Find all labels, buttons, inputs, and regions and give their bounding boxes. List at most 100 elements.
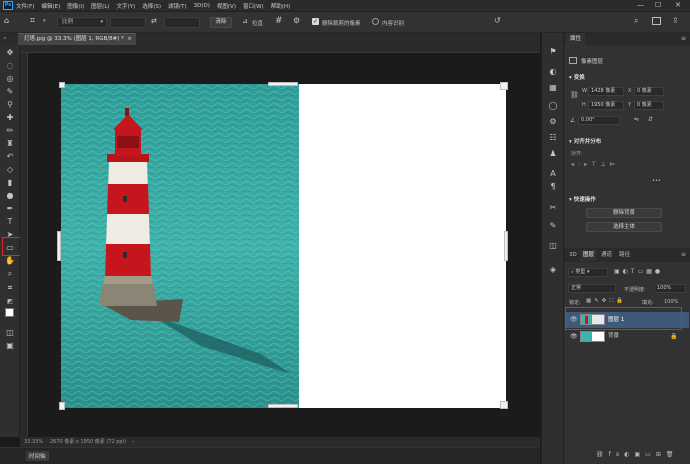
character-panel-icon[interactable]: A: [547, 169, 559, 179]
type-tool-icon[interactable]: T: [4, 217, 16, 227]
zoom-level[interactable]: 33.33%: [24, 437, 43, 447]
default-colors-icon[interactable]: ◩: [4, 297, 16, 307]
flip-vertical-icon[interactable]: ⇵: [648, 116, 653, 123]
dodge-tool-icon[interactable]: ●: [4, 191, 16, 201]
gradient-tool-icon[interactable]: ▮: [4, 178, 16, 188]
gear-icon[interactable]: ⚙: [293, 16, 300, 25]
ratio-width-input[interactable]: [110, 17, 146, 28]
menu-window[interactable]: 窗口(W): [243, 2, 264, 10]
height-field[interactable]: 1950 像素: [588, 101, 624, 110]
straighten-icon[interactable]: ⊿: [242, 17, 248, 25]
libraries-panel-icon[interactable]: ☷: [547, 133, 559, 143]
chevron-down-icon[interactable]: ▾: [43, 18, 46, 24]
more-align-options[interactable]: •••: [652, 178, 661, 184]
crop-handle-bottom-middle[interactable]: [268, 404, 298, 408]
crop-tool-icon[interactable]: ⌗: [4, 283, 16, 293]
overlay-grid-icon[interactable]: #: [275, 16, 283, 26]
crop-handle-bottom-right[interactable]: [500, 401, 508, 409]
zoom-tool-icon[interactable]: ⌕: [4, 269, 16, 279]
crop-handle-left-middle[interactable]: [57, 231, 61, 261]
tools-presets-icon[interactable]: ✂: [547, 203, 559, 213]
ratio-select[interactable]: 比例 ▾: [57, 17, 107, 28]
close-window-button[interactable]: ✕: [675, 1, 681, 9]
menu-type[interactable]: 文字(Y): [117, 2, 136, 10]
lasso-tool-icon[interactable]: ◎: [4, 74, 16, 84]
y-field[interactable]: 0 像素: [634, 101, 664, 110]
menu-select[interactable]: 选择(S): [142, 2, 161, 10]
fill-value[interactable]: 100%: [664, 299, 678, 305]
search-icon[interactable]: ⌕: [634, 16, 638, 26]
crop-tool-preset-icon[interactable]: ⌗: [30, 16, 35, 26]
quick-mask-icon[interactable]: ◫: [4, 328, 16, 338]
align-buttons-row[interactable]: ⫷⫶⫸⊤⊥⊨: [571, 161, 619, 169]
layer-name[interactable]: 背景: [608, 330, 619, 343]
timeline-tab[interactable]: 时间轴: [26, 451, 49, 461]
marquee-tool-icon[interactable]: ◌: [4, 61, 16, 71]
lock-icons[interactable]: ▦✎✥⛶🔒: [586, 298, 626, 305]
paragraph-panel-icon[interactable]: ¶: [547, 182, 559, 192]
crop-handle-bottom-left[interactable]: [59, 402, 65, 410]
gradients-panel-icon[interactable]: ◯: [547, 101, 559, 111]
3d-panel-icon[interactable]: ◈: [547, 265, 559, 275]
blend-mode-select[interactable]: 正常: [568, 284, 616, 293]
stamp-panel-icon[interactable]: ♟: [547, 149, 559, 159]
status-menu-arrow[interactable]: ›: [132, 437, 134, 447]
align-section-title[interactable]: ▾ 对齐并分布: [569, 137, 601, 145]
brush-tool-icon[interactable]: ✏: [4, 126, 16, 136]
crop-handle-top-middle[interactable]: [268, 82, 298, 86]
flip-horizontal-icon[interactable]: ⇋: [634, 116, 639, 123]
opacity-field[interactable]: 100%: [654, 284, 686, 293]
history-panel-icon[interactable]: ⚑: [547, 47, 559, 57]
menu-filter[interactable]: 滤镜(T): [168, 2, 187, 10]
properties-tab[interactable]: 属性: [566, 33, 586, 45]
angle-field[interactable]: 0.00°: [578, 116, 620, 125]
menu-edit[interactable]: 编辑(E): [41, 2, 60, 10]
workspace-icon[interactable]: [652, 17, 661, 25]
swatches-panel-icon[interactable]: ▦: [547, 83, 559, 93]
healing-brush-tool-icon[interactable]: ✚: [4, 113, 16, 123]
layer-filter-select[interactable]: ⌕ 类型 ▾: [568, 268, 608, 277]
layers-menu-icon[interactable]: ≡: [681, 251, 686, 258]
tab-paths[interactable]: 路径: [616, 250, 633, 261]
share-icon[interactable]: ⇪: [672, 16, 679, 25]
x-field[interactable]: 0 像素: [634, 87, 664, 96]
quick-actions-title[interactable]: ▾ 快速操作: [569, 195, 596, 203]
crop-handle-top-left[interactable]: [59, 82, 65, 88]
maximize-button[interactable]: ☐: [655, 1, 661, 9]
menu-view[interactable]: 视图(V): [217, 2, 236, 10]
delete-cropped-checkbox[interactable]: ✓: [312, 18, 319, 25]
move-tool-icon[interactable]: ✥: [4, 48, 16, 58]
straighten-label[interactable]: 拉直: [252, 19, 263, 27]
hand-tool-icon[interactable]: ✋: [4, 256, 16, 266]
tab-layers[interactable]: 图层: [580, 250, 598, 261]
lighthouse-photo[interactable]: [61, 84, 299, 408]
screen-mode-icon[interactable]: ▣: [4, 341, 16, 351]
crop-handle-right-middle[interactable]: [504, 231, 508, 261]
menu-layer[interactable]: 图层(L): [91, 2, 109, 10]
reset-icon[interactable]: ↺: [494, 16, 501, 25]
clone-stamp-tool-icon[interactable]: ♜: [4, 139, 16, 149]
quick-select-tool-icon[interactable]: ✎: [4, 87, 16, 97]
remove-background-button[interactable]: 删除背景: [586, 208, 662, 218]
history-brush-tool-icon[interactable]: ↶: [4, 152, 16, 162]
foreground-color-swatch[interactable]: [5, 308, 14, 317]
navigator-panel-icon[interactable]: ◫: [547, 241, 559, 251]
pen-tool-icon[interactable]: ✒: [4, 204, 16, 214]
home-icon[interactable]: ⌂: [4, 16, 9, 25]
content-aware-radio[interactable]: [372, 18, 379, 25]
adjustments-panel-icon[interactable]: ⚙: [547, 117, 559, 127]
crop-handle-top-right[interactable]: [500, 82, 508, 90]
menu-image[interactable]: 图像(I): [67, 2, 84, 10]
document-tab[interactable]: 灯塔.jpg @ 33.3% (图层 1, RGB/8#) * ×: [18, 33, 136, 45]
tab-channels[interactable]: 通道: [598, 250, 615, 261]
menu-3d[interactable]: 3D(D): [194, 3, 210, 9]
select-subject-button[interactable]: 选择主体: [586, 222, 662, 232]
ratio-height-input[interactable]: [164, 17, 200, 28]
panel-collapse-icon[interactable]: »: [3, 35, 7, 42]
close-tab-icon[interactable]: ×: [127, 34, 132, 45]
eraser-tool-icon[interactable]: ◇: [4, 165, 16, 175]
lock-icon[interactable]: 🔒: [670, 330, 677, 343]
layer-row-background[interactable]: 👁 背景 🔒: [566, 330, 689, 343]
eyedropper-tool-icon[interactable]: ⚲: [4, 100, 16, 110]
link-icon[interactable]: ⛓: [570, 91, 579, 99]
